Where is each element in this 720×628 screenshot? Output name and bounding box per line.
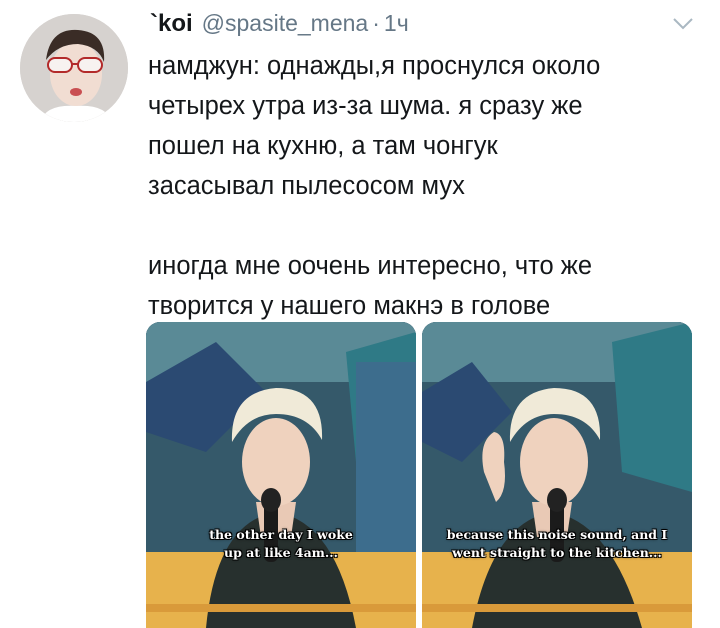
avatar[interactable] xyxy=(20,14,128,122)
caption-line: because this noise sound, and I xyxy=(446,527,668,542)
chevron-down-icon[interactable] xyxy=(672,16,694,32)
author-name[interactable]: `koi xyxy=(150,10,193,38)
tweet-timestamp[interactable]: 1ч xyxy=(384,10,409,37)
caption-line: went straight to the kitchen... xyxy=(452,545,662,560)
image-caption: the other day I woke up at like 4am... xyxy=(146,526,416,562)
photo-still xyxy=(146,322,416,628)
author-handle[interactable]: @spasite_mena xyxy=(202,10,369,37)
photo-still xyxy=(422,322,692,628)
tweet-text-line: намджун: однажды,я проснулся около xyxy=(148,52,601,80)
avatar-image xyxy=(20,14,128,122)
media-image-1[interactable]: the other day I woke up at like 4am... xyxy=(146,322,416,628)
tweet-text: намджун: однажды,я проснулся около четыр… xyxy=(148,46,708,326)
media-image-2[interactable]: because this noise sound, and I went str… xyxy=(422,322,692,628)
caption-line: up at like 4am... xyxy=(224,545,338,560)
separator-dot: · xyxy=(372,10,380,36)
tweet-text-line: творится у нашего макнэ в голове xyxy=(148,292,551,320)
tweet-text-line: пошел на кухню, а там чонгук xyxy=(148,132,498,160)
tweet-text-line: иногда мне оочень интересно, что же xyxy=(148,252,593,280)
tweet-text-line: засасывал пылесосом мух xyxy=(148,172,465,200)
caption-line: the other day I woke xyxy=(209,527,353,542)
tweet-media: the other day I woke up at like 4am... b… xyxy=(146,322,692,628)
tweet-text-line: четырех утра из-за шума. я сразу же xyxy=(148,92,583,120)
image-caption: because this noise sound, and I went str… xyxy=(422,526,692,562)
tweet-header: `koi @spasite_mena · 1ч xyxy=(150,10,409,40)
